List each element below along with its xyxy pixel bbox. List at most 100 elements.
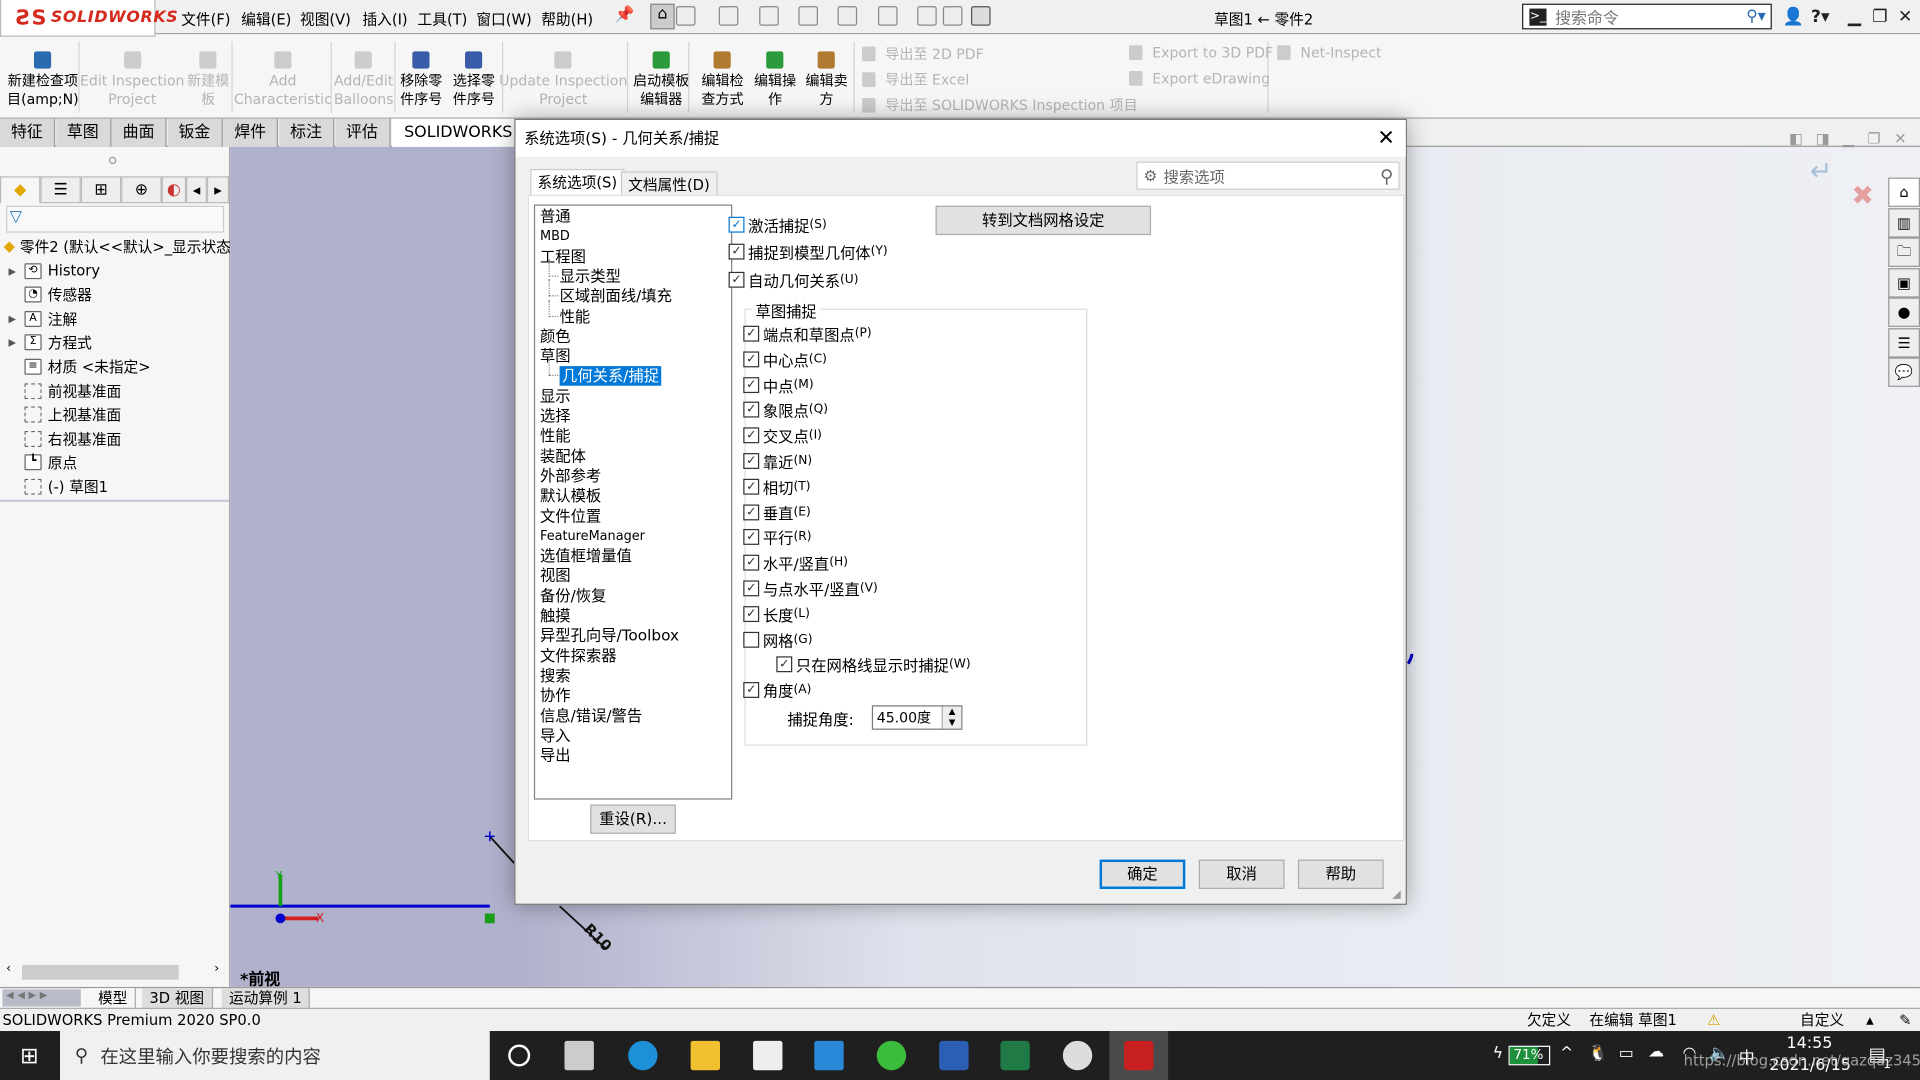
options-tree-item[interactable]: 颜色	[540, 327, 571, 347]
options-tree-item[interactable]: 几何关系/捕捉	[559, 366, 662, 387]
horizontal-scrollbar[interactable]	[22, 964, 179, 980]
checkbox-option[interactable]: ✓ 激活捕捉 (S)	[728, 213, 827, 236]
checkbox-option[interactable]: ✓ 垂直 (E)	[743, 500, 811, 523]
ribbon-button[interactable]: 启动模板 编辑器	[633, 34, 689, 109]
tree-item[interactable]: ▶ ⟲ History	[0, 260, 100, 282]
tree-item[interactable]: ≡ 材质 <未指定>	[0, 356, 151, 378]
quick-tips-icon[interactable]: ✎	[1899, 1009, 1911, 1032]
ribbon-small-button[interactable]: 导出至 2D PDF	[862, 44, 984, 64]
command-tab[interactable]: 特征	[0, 118, 56, 147]
options-tree-item[interactable]: 导入	[540, 726, 571, 746]
options-tree-item[interactable]: 异型孔向导/Toolbox	[540, 626, 679, 646]
checkbox-checked-icon[interactable]: ✓	[743, 529, 760, 546]
ribbon-button[interactable]: Add Characteristic	[234, 34, 332, 109]
new-document-icon[interactable]	[675, 6, 696, 26]
tree-filter-input[interactable]: ▽	[6, 205, 225, 233]
options-tree-item[interactable]: 信息/错误/警告	[540, 706, 642, 726]
scroll-left-icon[interactable]: ‹	[6, 962, 11, 975]
checkbox-checked-icon[interactable]: ✓	[743, 682, 760, 699]
tree-item[interactable]: ▶ Σ 方程式	[0, 332, 92, 354]
expand-arrow-icon[interactable]: ▶	[0, 337, 24, 348]
show-hidden-icons[interactable]: ^	[1560, 1044, 1573, 1062]
menu-item[interactable]: 工具(T)	[418, 9, 468, 30]
home-icon[interactable]: ⌂	[650, 3, 675, 30]
scroll-right-icon[interactable]: ›	[214, 962, 219, 975]
cancel-button[interactable]: 取消	[1198, 859, 1285, 889]
ribbon-small-button[interactable]: Export eDrawing	[1128, 70, 1270, 87]
edge-button[interactable]	[613, 1031, 672, 1080]
taskbar-search[interactable]: ⚲ 在这里输入你要搜索的内容	[60, 1031, 490, 1080]
snap-angle-input[interactable]: 45.00度 ▲ ▼	[871, 705, 963, 730]
tab-document-properties[interactable]: 文档属性(D)	[620, 171, 718, 196]
checkbox-checked-icon[interactable]: ✓	[743, 478, 760, 495]
ribbon-button[interactable]: Update Inspection Project	[499, 34, 627, 109]
menu-item[interactable]: 帮助(H)	[541, 9, 593, 30]
checkbox-checked-icon[interactable]: ✓	[728, 271, 745, 288]
appearances-icon[interactable]: ●	[1888, 297, 1920, 327]
wechat-button[interactable]	[862, 1031, 921, 1080]
tile-left-icon[interactable]: ◧	[1789, 130, 1803, 147]
ribbon-button[interactable]: 编辑检 查方式	[701, 34, 744, 109]
panel-scroll-right-icon[interactable]: ▶	[206, 176, 229, 204]
checkbox-option[interactable]: ✓ 捕捉到模型几何体 (Y)	[728, 240, 888, 263]
rebuild-icon[interactable]: ⚠	[1707, 1009, 1720, 1032]
task-view-button[interactable]	[550, 1031, 609, 1080]
snap-angle-spinner[interactable]: ▲ ▼	[941, 706, 962, 729]
tree-item[interactable]: ┗ 原点	[0, 452, 77, 474]
checkbox-option[interactable]: ✓ 水平/竖直 (H)	[743, 551, 848, 574]
checkbox-checked-icon[interactable]: ✓	[728, 243, 745, 260]
model-tab[interactable]: 3D 视图	[142, 988, 213, 1009]
ribbon-button[interactable]: 选择零 件序号	[453, 34, 495, 109]
custom-properties-icon[interactable]: ☰	[1888, 327, 1920, 357]
options-tree-item[interactable]: 显示	[540, 387, 571, 407]
store-button[interactable]	[738, 1031, 797, 1080]
options-tree-item[interactable]: 区域剖面线/填充	[560, 287, 672, 307]
options-tree-item[interactable]: MBD	[540, 227, 570, 247]
rebuild-icon[interactable]	[917, 6, 937, 26]
doc-close-icon[interactable]: ✕	[1894, 130, 1906, 147]
undo-icon[interactable]	[837, 6, 858, 26]
checkbox-checked-icon[interactable]: ✓	[743, 351, 760, 368]
feature-manager-tab-icon[interactable]: ◆	[0, 176, 41, 204]
search-icon[interactable]: ⚲	[1380, 165, 1393, 187]
options-tree-item[interactable]: 视图	[540, 566, 571, 586]
menu-item[interactable]: 文件(F)	[181, 9, 230, 30]
tree-item[interactable]: ◔ 传感器	[0, 284, 92, 306]
checkbox-option[interactable]: 网格 (G)	[743, 628, 813, 651]
checkbox-option[interactable]: ✓ 端点和草图点 (P)	[743, 322, 872, 345]
help-button[interactable]: 帮助	[1297, 859, 1384, 889]
units-menu-icon[interactable]: ▲	[1866, 1009, 1874, 1032]
doc-restore-icon[interactable]: ❐	[1867, 130, 1880, 147]
options-tree-item[interactable]: 性能	[560, 307, 591, 327]
ribbon-small-button[interactable]: 导出至 Excel	[862, 70, 969, 90]
command-search[interactable]: >_ 搜索命令 ⚲▾	[1522, 3, 1772, 30]
tab-system-options[interactable]: 系统选项(S)	[530, 168, 625, 196]
ribbon-small-button[interactable]: 导出至 SOLIDWORKS Inspection 项目	[862, 96, 1138, 116]
options-tree-item[interactable]: 搜索	[540, 666, 571, 686]
ribbon-button[interactable]: Add/Edit Balloons	[334, 34, 393, 109]
ribbon-button[interactable]: 新建模 板	[187, 34, 229, 109]
checkbox-checked-icon[interactable]: ✓	[728, 216, 745, 233]
checkbox-checked-icon[interactable]: ✓	[776, 656, 793, 673]
menu-item[interactable]: 编辑(E)	[241, 9, 291, 30]
menu-item[interactable]: 插入(I)	[362, 9, 407, 30]
settings-button[interactable]	[1048, 1031, 1107, 1080]
options-tree-item[interactable]: 选值框增量值	[540, 546, 632, 566]
checkbox-checked-icon[interactable]: ✓	[743, 376, 760, 393]
tree-item[interactable]: 前视基准面	[0, 380, 121, 402]
checkbox-checked-icon[interactable]: ✓	[743, 554, 760, 571]
confirm-sketch-icon[interactable]: ↵	[1810, 157, 1833, 188]
select-icon[interactable]	[877, 6, 898, 26]
command-tab[interactable]: 曲面	[111, 118, 167, 147]
mail-button[interactable]	[800, 1031, 859, 1080]
excel-button[interactable]	[986, 1031, 1045, 1080]
restore-icon[interactable]: ❐	[1872, 7, 1887, 27]
ribbon-small-button[interactable]: Export to 3D PDF	[1128, 44, 1273, 61]
doc-minimize-icon[interactable]: ▁	[1843, 130, 1854, 147]
solidworks-logo[interactable]: ƧS SOLIDWORKS	[0, 0, 178, 37]
power-icon[interactable]: ▭	[1619, 1044, 1634, 1062]
checkbox-checked-icon[interactable]: ✓	[743, 402, 760, 419]
options-tree-item[interactable]: 选择	[540, 407, 571, 427]
checkbox-option[interactable]: ✓ 只在网格线显示时捕捉 (W)	[776, 653, 971, 676]
file-explorer-icon[interactable]: 🗀	[1888, 237, 1920, 267]
